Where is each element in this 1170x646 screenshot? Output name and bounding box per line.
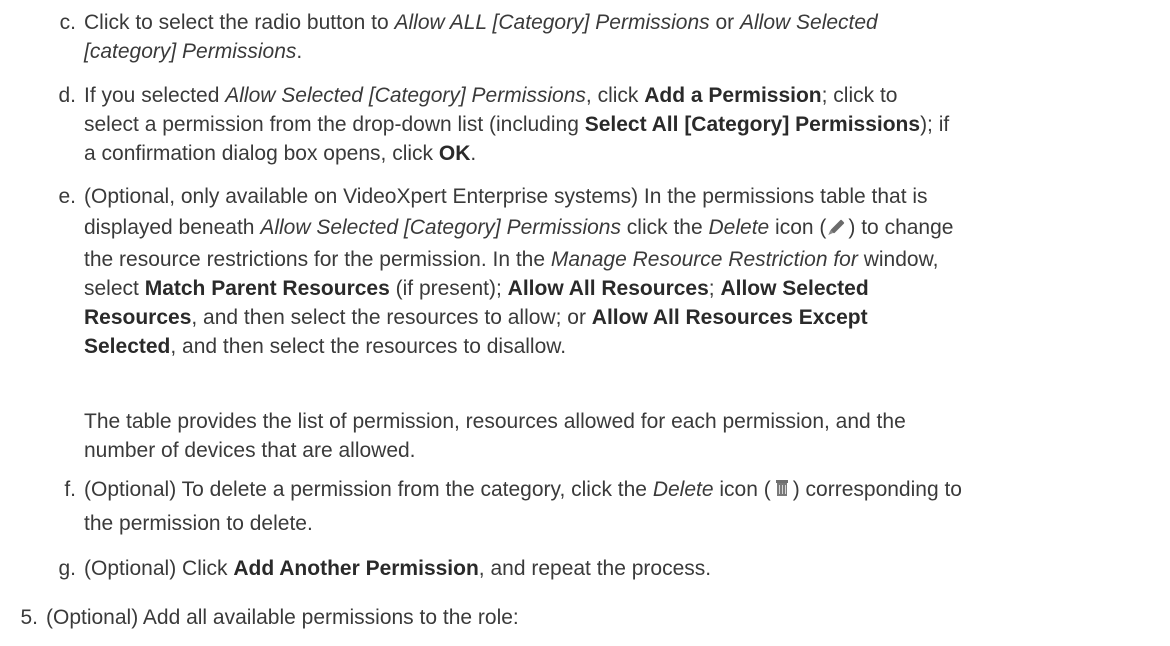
text: , and then select the resources to disal… [170,335,567,358]
step-e-line-5: Resources, and then select the resources… [84,303,1164,332]
step-e-note: The table provides the list of permissio… [84,407,1164,465]
step-c-line-1: Click to select the radio button to Allo… [84,8,1164,37]
document-page: c. Click to select the radio button to A… [0,0,1170,646]
step-e-marker: e. [58,185,76,208]
step-f-line-1: (Optional) To delete a permission from t… [84,475,1164,504]
text: click the [620,216,709,239]
step-f-marker: f. [64,478,76,501]
ui-term: Allow ALL [Category] Permissions [394,11,710,34]
step-e-line-1: (Optional, only available on VideoXpert … [84,182,1164,211]
text: (Optional, only available on VideoXpert … [84,185,928,208]
text: (Optional) To delete a permission from t… [84,478,653,501]
step-d-line-3: a confirmation dialog box opens, click O… [84,139,1164,168]
button-reference: Add a Permission [644,84,822,107]
button-reference: Add Another Permission [233,557,479,580]
text: ); if [920,113,950,136]
text: . [296,40,303,63]
text: select a permission from the drop-down l… [84,113,585,136]
step-c-marker: c. [59,11,76,34]
ui-term: Manage Resource Restriction for [550,248,858,271]
button-reference: OK [438,142,471,165]
text: window, [857,248,939,271]
text: ; click to [821,84,898,107]
ui-term: Allow Selected [Category] Permissions [260,216,621,239]
step-g-marker: g. [58,557,76,580]
step-d-line-1: If you selected Allow Selected [Category… [84,81,1164,110]
step-5: 5. (Optional) Add all available permissio… [0,603,1160,632]
text: displayed beneath [84,216,261,239]
text: (if present); [389,277,508,300]
text: . [470,142,477,165]
step-d-marker: d. [58,84,76,107]
option-reference: Allow All Resources [507,277,709,300]
text: ) corresponding to [792,478,962,501]
text: ) to change [848,216,954,239]
text: ; [708,277,721,300]
option-reference: Selected [84,335,171,358]
pencil-icon [827,216,847,236]
step-c: c. Click to select the radio button to A… [60,8,1164,66]
step-e: e. (Optional, only available on VideoXpe… [58,182,1164,361]
text: , click [585,84,645,107]
text: , and then select the resources to allow… [191,306,592,329]
text: or [709,11,740,34]
text: select [84,277,145,300]
text: Click to select the radio button to [84,11,395,34]
text: (Optional) Click [84,557,234,580]
text: , and repeat the process. [478,557,712,580]
step-5-text: (Optional) Add all available permissions… [46,606,519,629]
note-line-2: number of devices that are allowed. [84,439,416,462]
option-reference: Allow Selected [720,277,869,300]
text: icon ( [769,216,827,239]
option-reference: Resources [84,306,192,329]
text: the permission to delete. [84,512,313,535]
step-d-line-2: select a permission from the drop-down l… [84,110,1164,139]
step-e-line-3: the resource restrictions for the permis… [84,245,1164,274]
step-d: d. If you selected Allow Selected [Categ… [58,81,1164,168]
step-g: g. (Optional) Click Add Another Permissi… [58,554,1164,583]
step-g-line-1: (Optional) Click Add Another Permission,… [84,554,1164,583]
text: icon ( [713,478,771,501]
step-5-marker: 5. [20,606,38,629]
option-reference: Select All [Category] Permissions [584,113,921,136]
step-f-line-2: the permission to delete. [84,509,1164,538]
trash-icon [772,478,792,498]
text: If you selected [84,84,226,107]
text: the resource restrictions for the permis… [84,248,551,271]
option-reference: Match Parent Resources [144,277,390,300]
ui-term: Allow Selected [Category] Permissions [225,84,586,107]
step-c-line-2: [category] Permissions. [84,37,1164,66]
step-e-line-6: Selected, and then select the resources … [84,332,1164,361]
ui-term: Delete [652,478,714,501]
option-reference: Allow All Resources Except [591,306,868,329]
step-e-line-2: displayed beneath Allow Selected [Catego… [84,211,1164,245]
note-line-1: The table provides the list of permissio… [84,410,906,433]
step-e-line-4: select Match Parent Resources (if presen… [84,274,1164,303]
step-f: f. (Optional) To delete a permission fro… [64,475,1164,538]
ui-term: [category] Permissions [84,40,297,63]
ui-term: Allow Selected [739,11,878,34]
text: a confirmation dialog box opens, click [84,142,439,165]
ui-term: Delete [708,216,770,239]
